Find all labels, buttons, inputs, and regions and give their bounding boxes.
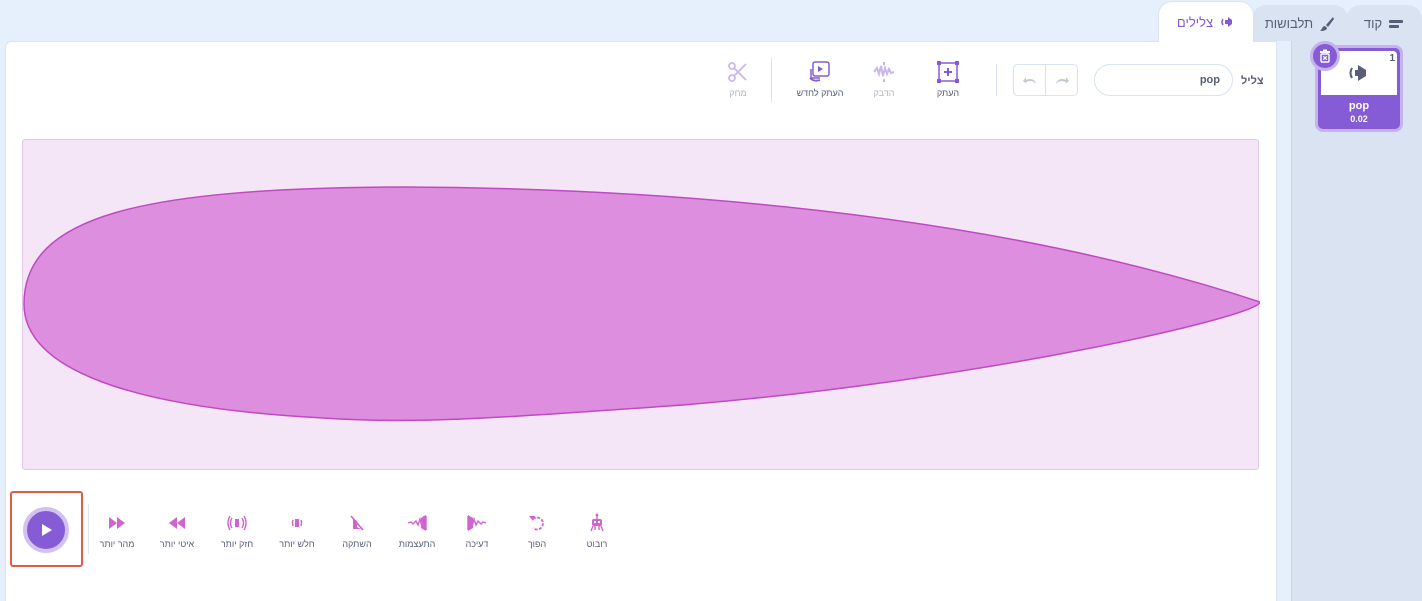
tab-costumes-label: תלבושות: [1264, 16, 1314, 31]
scissors-icon: [728, 62, 747, 82]
effect-robot-label: רובוט: [586, 539, 608, 549]
fast-forward-icon: [109, 517, 125, 529]
redo-icon: [1055, 77, 1069, 84]
sound-item-name: pop: [1348, 100, 1370, 112]
sound-name-label: צליל: [1241, 75, 1264, 87]
trash-icon: [1320, 49, 1330, 63]
effect-robot-button[interactable]: רובוט: [562, 513, 632, 549]
effect-fade-in-label: התעצמות: [398, 539, 436, 549]
tab-code[interactable]: קוד: [1346, 5, 1422, 41]
effect-mute-label: השתקה: [342, 539, 372, 549]
toolbar-divider: [996, 64, 997, 96]
fade-in-icon: [407, 515, 427, 531]
redo-button[interactable]: [1045, 65, 1077, 95]
sound-index: 1: [1389, 53, 1395, 64]
speaker-icon: [1349, 65, 1366, 81]
louder-icon: [227, 515, 247, 531]
paste-button[interactable]: הדבק: [849, 60, 919, 98]
copy-to-new-icon: [809, 61, 830, 82]
rewind-icon: [169, 517, 185, 529]
copy-to-new-label: העתק לחדש: [796, 88, 844, 98]
delete-button[interactable]: מחק: [703, 60, 773, 98]
copy-button[interactable]: העתק: [913, 60, 983, 98]
brush-icon: [1320, 16, 1335, 31]
reverse-icon: [529, 516, 544, 531]
waveform: [23, 186, 1260, 422]
tab-code-label: קוד: [1363, 16, 1383, 31]
softer-icon: [291, 519, 303, 527]
effect-softer-label: חלש יותר: [279, 539, 315, 549]
effect-slower-label: איטי יותר: [159, 539, 195, 549]
undo-icon: [1022, 77, 1036, 84]
sound-name-input[interactable]: [1094, 64, 1233, 96]
tab-sounds-label: צלילים: [1176, 14, 1214, 30]
copy-icon: [937, 61, 959, 83]
sound-icon: [1221, 17, 1233, 27]
play-icon: [42, 524, 52, 536]
tab-costumes[interactable]: תלבושות: [1252, 5, 1348, 41]
undo-redo-group: [1013, 64, 1078, 96]
fade-out-icon: [467, 515, 487, 531]
copy-label: העתק: [936, 88, 960, 98]
tab-sounds[interactable]: צלילים: [1158, 1, 1254, 42]
paste-icon: [873, 62, 895, 82]
waveform-shape: [23, 186, 1260, 422]
effect-faster-label: מהר יותר: [99, 539, 135, 549]
copy-to-new-button[interactable]: העתק לחדש: [785, 60, 855, 98]
effect-reverse-label: הפוך: [527, 539, 547, 549]
effect-fade-out-label: דעיכה: [465, 539, 489, 549]
paste-label: הדבק: [873, 88, 895, 98]
sound-item-duration: 0.02: [1350, 114, 1368, 124]
mute-icon: [350, 515, 364, 531]
play-button[interactable]: [23, 507, 69, 553]
effect-louder-label: חזק יותר: [220, 539, 254, 549]
waveform-area[interactable]: [22, 139, 1260, 470]
code-icon: [1389, 19, 1404, 28]
delete-label: מחק: [729, 88, 747, 98]
robot-icon: [590, 513, 604, 532]
delete-sound-button[interactable]: [1310, 41, 1340, 71]
undo-button[interactable]: [1014, 65, 1045, 95]
